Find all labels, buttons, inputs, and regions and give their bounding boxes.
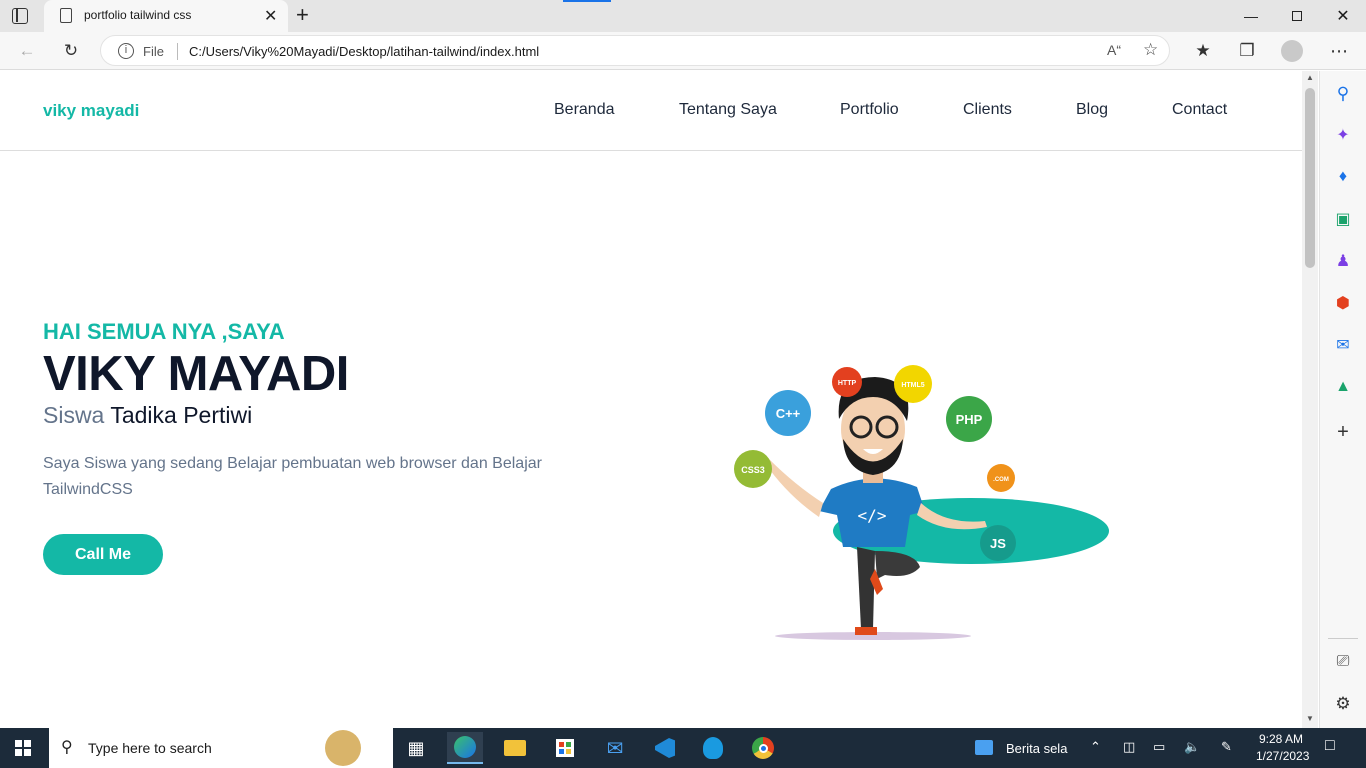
address-separator bbox=[177, 43, 178, 60]
more-menu-icon[interactable]: ⋯ bbox=[1324, 36, 1354, 66]
app-icon-blue[interactable] bbox=[695, 732, 731, 764]
read-aloud-icon[interactable]: A“ bbox=[1107, 42, 1121, 58]
illustration-code-glyph: </> bbox=[858, 506, 887, 525]
tab-scroll-indicator bbox=[563, 0, 611, 2]
hero-role: Siswa Tadika Pertiwi bbox=[43, 402, 252, 429]
volume-icon[interactable]: 🔈 bbox=[1184, 739, 1200, 755]
clock-date[interactable]: 1/27/2023 bbox=[1256, 749, 1309, 763]
copilot-sparkle-icon[interactable]: ✦ bbox=[1332, 124, 1354, 146]
bubble-cpp-label: C++ bbox=[776, 406, 801, 421]
file-explorer-icon[interactable] bbox=[497, 732, 533, 764]
search-highlight-icon[interactable] bbox=[325, 730, 361, 766]
back-button[interactable]: ← bbox=[12, 36, 42, 66]
brand-logo[interactable]: viky mayadi bbox=[43, 101, 139, 121]
hero-role-prefix: Siswa bbox=[43, 402, 105, 428]
tab-title: portfolio tailwind css bbox=[84, 8, 192, 22]
clock-time[interactable]: 9:28 AM bbox=[1259, 732, 1303, 746]
news-label[interactable]: Berita sela bbox=[1006, 741, 1067, 756]
close-tab-icon[interactable]: ✕ bbox=[264, 6, 277, 26]
nav-beranda[interactable]: Beranda bbox=[554, 101, 615, 119]
bubble-com-label: .COM bbox=[993, 477, 1009, 483]
nav-blog[interactable]: Blog bbox=[1076, 101, 1108, 119]
hide-sidebar-icon[interactable]: ⎚ bbox=[1332, 651, 1354, 673]
nav-clients[interactable]: Clients bbox=[963, 101, 1012, 119]
call-me-button[interactable]: Call Me bbox=[43, 534, 163, 575]
search-magnifier-icon: ⚲ bbox=[61, 739, 73, 756]
taskbar-search[interactable]: ⚲ Type here to search bbox=[49, 728, 393, 768]
tray-chevron-icon[interactable]: ⌃ bbox=[1090, 739, 1101, 755]
info-icon[interactable]: i bbox=[118, 43, 134, 59]
browser-toolbar: ← ↻ i File C:/Users/Viky%20Mayadi/Deskto… bbox=[0, 32, 1366, 70]
bubble-http-label: HTTP bbox=[838, 380, 857, 387]
chrome-icon[interactable] bbox=[745, 732, 781, 764]
hero-illustration: </> HTTP HTML5 C++ PHP CSS3 .COM JS bbox=[734, 365, 1109, 640]
bubble-js-label: JS bbox=[990, 536, 1006, 551]
hero-role-rest: Tadika Pertiwi bbox=[110, 402, 253, 428]
new-tab-button[interactable]: + bbox=[296, 2, 309, 28]
network-icon[interactable]: ◫ bbox=[1123, 739, 1135, 755]
profile-avatar[interactable] bbox=[1281, 40, 1303, 62]
collections-icon[interactable]: ❐ bbox=[1232, 36, 1262, 66]
illustration-shoe bbox=[855, 627, 877, 635]
bubble-html5-label: HTML5 bbox=[901, 382, 924, 389]
close-window-button[interactable]: ✕ bbox=[1320, 0, 1366, 32]
bubble-php-label: PHP bbox=[956, 412, 983, 427]
illustration-arm-left bbox=[765, 459, 823, 517]
site-header: viky mayadi Beranda Tentang Saya Portfol… bbox=[0, 71, 1302, 151]
hero-description: Saya Siswa yang sedang Belajar pembuatan… bbox=[43, 455, 542, 498]
browser-titlebar: portfolio tailwind css ✕ + — ✕ bbox=[0, 0, 1366, 32]
favorites-icon[interactable]: ★ bbox=[1188, 36, 1218, 66]
hero-greeting: HAI SEMUA NYA ,SAYA bbox=[43, 319, 285, 344]
notification-icon[interactable]: □ bbox=[1325, 737, 1335, 755]
restore-button[interactable] bbox=[1274, 0, 1320, 32]
settings-gear-icon[interactable]: ⚙ bbox=[1332, 693, 1354, 715]
scroll-down-arrow[interactable]: ▼ bbox=[1306, 714, 1314, 723]
taskbar-search-placeholder: Type here to search bbox=[88, 740, 212, 756]
illustration-leg-left bbox=[857, 547, 875, 629]
minimize-button[interactable]: — bbox=[1228, 0, 1274, 32]
tab-actions-icon[interactable] bbox=[12, 8, 28, 24]
edge-app-icon[interactable] bbox=[447, 732, 483, 764]
tree-icon[interactable]: ▲ bbox=[1332, 376, 1354, 398]
sidebar-divider bbox=[1328, 638, 1358, 639]
scrollbar-thumb[interactable] bbox=[1305, 88, 1315, 268]
nav-tentang-saya[interactable]: Tentang Saya bbox=[679, 101, 777, 119]
mail-icon[interactable]: ✉ bbox=[597, 732, 633, 764]
search-icon[interactable]: ⚲ bbox=[1332, 83, 1354, 105]
refresh-button[interactable]: ↻ bbox=[56, 36, 86, 66]
games-icon[interactable]: ♟ bbox=[1332, 250, 1354, 272]
nav-contact[interactable]: Contact bbox=[1172, 101, 1227, 119]
browser-tab-active[interactable]: portfolio tailwind css ✕ bbox=[44, 0, 288, 32]
nav-portfolio[interactable]: Portfolio bbox=[840, 101, 899, 119]
windows-taskbar: ⚲ Type here to search ▦ ✉ Berita sela ⌃ … bbox=[0, 728, 1366, 768]
battery-icon[interactable]: ▭ bbox=[1153, 739, 1165, 755]
windows-start-icon[interactable] bbox=[15, 740, 31, 756]
add-favorite-icon[interactable]: ☆ bbox=[1143, 40, 1158, 60]
vscode-icon[interactable] bbox=[647, 732, 683, 764]
edge-sidebar: ⚲ ✦ ♦ ▣ ♟ ⬢ ✉ ▲ + ⎚ ⚙ bbox=[1319, 71, 1366, 728]
add-sidebar-icon[interactable]: + bbox=[1332, 421, 1354, 443]
scroll-up-arrow[interactable]: ▲ bbox=[1306, 73, 1314, 82]
tools-icon[interactable]: ▣ bbox=[1332, 208, 1354, 230]
bubble-css3-label: CSS3 bbox=[741, 465, 765, 475]
address-bar[interactable]: i File C:/Users/Viky%20Mayadi/Desktop/la… bbox=[100, 35, 1170, 66]
page-scrollbar[interactable]: ▲ ▼ bbox=[1302, 71, 1318, 728]
outlook-icon[interactable]: ✉ bbox=[1332, 334, 1354, 356]
page-icon bbox=[60, 8, 72, 23]
task-view-icon[interactable]: ▦ bbox=[398, 732, 434, 764]
hero-name: VIKY MAYADI bbox=[43, 347, 349, 401]
ms-store-icon[interactable] bbox=[547, 732, 583, 764]
pen-icon[interactable]: ✎ bbox=[1221, 739, 1232, 755]
office-icon[interactable]: ⬢ bbox=[1332, 292, 1354, 314]
page-viewport: viky mayadi Beranda Tentang Saya Portfol… bbox=[0, 71, 1302, 728]
shopping-tag-icon[interactable]: ♦ bbox=[1332, 166, 1354, 188]
address-url[interactable]: C:/Users/Viky%20Mayadi/Desktop/latihan-t… bbox=[189, 44, 539, 59]
news-widget-icon[interactable] bbox=[975, 740, 993, 755]
address-scheme: File bbox=[143, 44, 164, 59]
